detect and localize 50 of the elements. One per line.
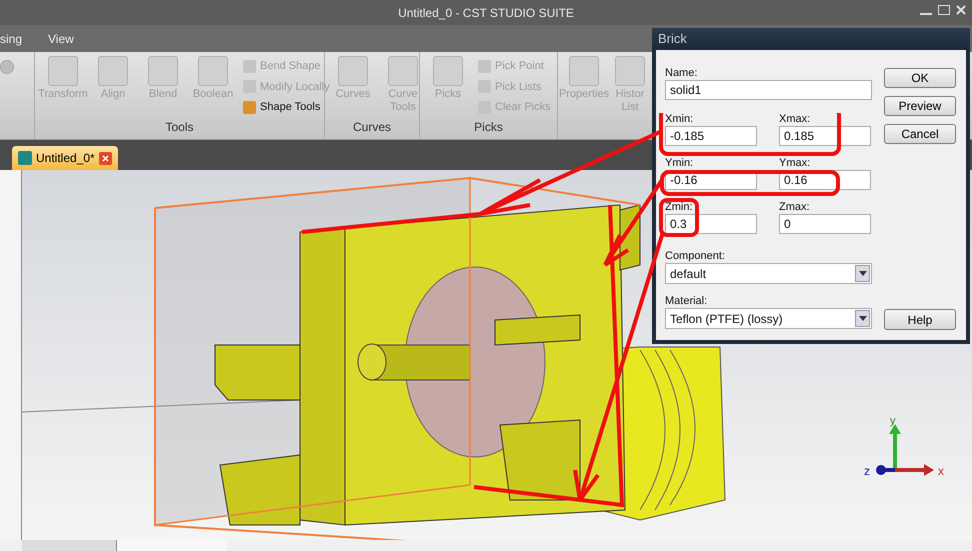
tool-icon: [243, 100, 256, 114]
tool-icon: [338, 56, 368, 86]
window-title: Untitled_0 - CST STUDIO SUITE: [398, 4, 574, 22]
menu-item[interactable]: sing: [0, 30, 22, 48]
field-label: Ymin:: [665, 156, 694, 170]
chevron-icon: [855, 310, 870, 327]
tool-icon: [48, 56, 78, 86]
dropdown[interactable]: Teflon (PTFE) (lossy): [665, 308, 872, 329]
field-label: Component:: [665, 249, 725, 263]
tool-icon: [198, 56, 228, 86]
tool-icon: [569, 56, 599, 86]
dropdown[interactable]: default: [665, 263, 872, 284]
tool-icon: [148, 56, 178, 86]
tab-label: Untitled_0*: [36, 150, 95, 167]
field-label: Zmin:: [665, 200, 692, 214]
text-field[interactable]: -0.185: [665, 126, 757, 146]
help-button[interactable]: Help: [884, 309, 956, 330]
close-icon[interactable]: [956, 5, 966, 15]
document-tab[interactable]: Untitled_0*: [12, 146, 118, 170]
tool-icon: [615, 56, 645, 86]
tool-icon: [98, 56, 128, 86]
ribbon-button[interactable]: Shape Tools: [243, 99, 330, 116]
chevron-icon: [855, 265, 870, 282]
field-label: Material:: [665, 294, 708, 308]
group-label: Picks: [474, 119, 503, 136]
axis-label: y: [890, 415, 896, 427]
field-label: Ymax:: [779, 156, 810, 170]
dialog-button[interactable]: Preview: [884, 96, 956, 116]
field-label: Zmax:: [779, 200, 810, 214]
field-label: Xmax:: [779, 112, 810, 126]
text-field[interactable]: solid1: [665, 80, 872, 100]
dialog-button[interactable]: OK: [884, 68, 956, 88]
axis-label: z: [864, 464, 870, 478]
axis-label: x: [938, 464, 944, 478]
text-field[interactable]: 0.185: [779, 126, 871, 146]
tool-icon: [478, 60, 491, 73]
highlight-outline: [659, 198, 699, 237]
text-field[interactable]: 0: [779, 214, 871, 234]
group-label: Curves: [352, 119, 391, 136]
close-icon[interactable]: [98, 152, 112, 164]
text-field[interactable]: 0.3: [665, 214, 757, 234]
field-label: Xmin:: [665, 112, 694, 126]
tool-icon: [433, 56, 463, 86]
restore-icon[interactable]: [938, 5, 950, 15]
field-label: Name:: [665, 66, 698, 80]
menu-item[interactable]: View: [48, 30, 74, 48]
dialog-title: Brick: [658, 30, 687, 48]
tool-icon: [243, 60, 256, 73]
dialog-button[interactable]: Cancel: [884, 124, 956, 144]
group-label: Tools: [165, 119, 194, 136]
